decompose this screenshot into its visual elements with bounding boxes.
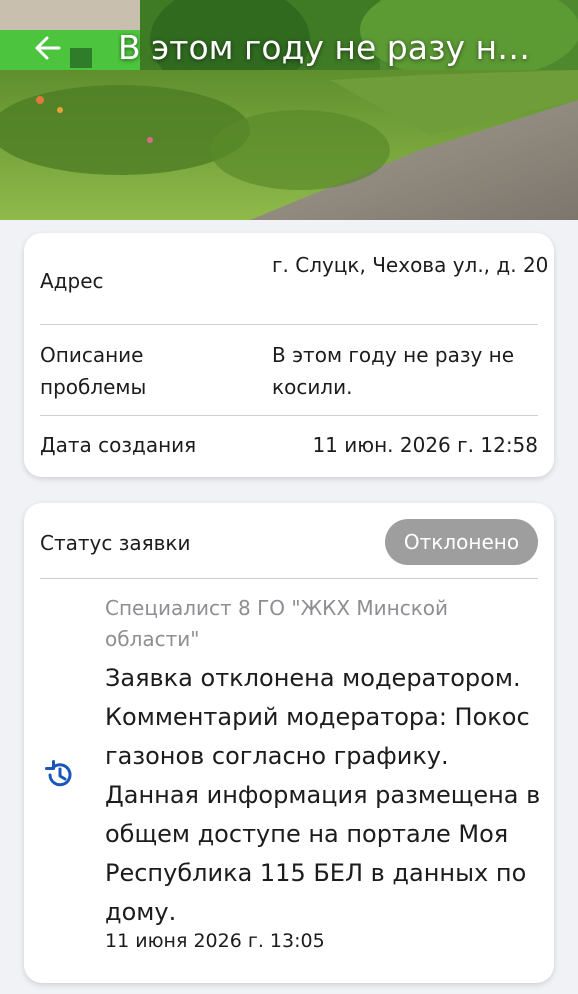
- request-details-card: Адрес г. Слуцк, Чехова ул., д. 20 Описан…: [24, 233, 554, 477]
- created-row: Дата создания 11 июн. 2026 г. 12:58: [40, 429, 538, 461]
- address-label: Адрес: [40, 269, 104, 293]
- address-value: г. Слуцк, Чехова ул., д. 20: [272, 253, 549, 277]
- status-label: Статус заявки: [40, 531, 191, 555]
- divider: [40, 578, 538, 579]
- status-badge: Отклонено: [385, 519, 538, 565]
- history-timestamp: 11 июня 2026 г. 13:05: [105, 930, 325, 952]
- page-title: В этом году не разу не косили.: [118, 28, 548, 67]
- history-comment: Заявка отклонена модератором. Комментари…: [105, 664, 541, 926]
- divider: [40, 324, 538, 325]
- history-author: Специалист 8 ГО "ЖКХ Минской области": [105, 596, 449, 651]
- description-value: В этом году не разу не косили.: [272, 343, 515, 399]
- back-button[interactable]: [28, 28, 68, 68]
- header-photo: В этом году не разу не косили.: [0, 0, 578, 220]
- created-label: Дата создания: [40, 433, 197, 457]
- created-value: 11 июн. 2026 г. 12:58: [312, 433, 538, 457]
- request-status-card: Статус заявки Отклонено Специалист 8 ГО …: [24, 503, 554, 983]
- history-icon: [45, 760, 72, 787]
- description-row: Описание проблемы В этом году не разу не…: [40, 339, 538, 403]
- address-row: Адрес г. Слуцк, Чехова ул., д. 20: [40, 249, 548, 323]
- arrow-left-icon: [35, 36, 61, 60]
- divider: [40, 415, 538, 416]
- description-label: Описание проблемы: [40, 343, 147, 399]
